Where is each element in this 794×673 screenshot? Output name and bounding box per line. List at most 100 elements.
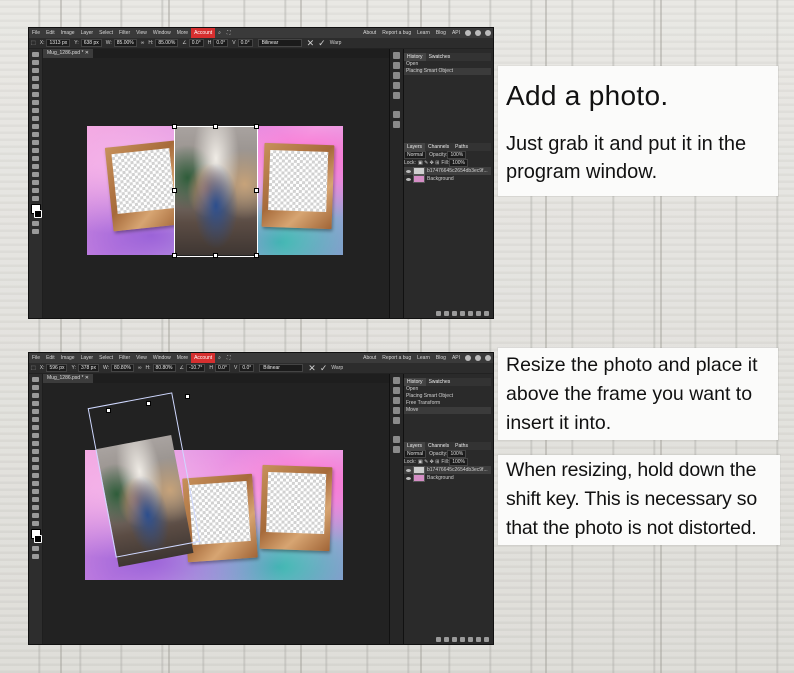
menu-filter[interactable]: Filter [116,28,133,38]
tab-history[interactable]: History [404,378,426,386]
history-item[interactable]: Free Transform [404,400,491,407]
skew-v-field[interactable]: 0.0° [237,39,253,47]
transform-handle[interactable] [146,401,151,406]
history-item[interactable]: Placing Smart Object [404,68,491,75]
effects-icon[interactable] [444,637,449,642]
reddit-icon[interactable] [465,355,471,361]
search-icon[interactable]: ⌕ [215,28,224,38]
brush-tool-icon[interactable] [32,108,39,113]
eraser-tool-icon[interactable] [32,449,39,454]
trash-icon[interactable] [484,637,489,642]
hand-tool-icon[interactable] [32,188,39,193]
transform-handle[interactable] [172,188,177,193]
account-button[interactable]: Account [191,28,216,38]
character-icon[interactable] [393,82,400,89]
transform-handle[interactable] [172,124,177,129]
skew-h-field[interactable]: 0.0° [213,39,229,47]
interpolation-select[interactable]: Bilinear [257,39,302,47]
menu-view[interactable]: View [133,28,150,38]
dodge-tool-icon[interactable] [32,148,39,153]
transform-handle[interactable] [254,188,259,193]
pen-tool-icon[interactable] [32,481,39,486]
transform-handle[interactable] [254,124,259,129]
visibility-eye-icon[interactable] [406,468,411,472]
quick-mask-icon[interactable] [32,221,39,226]
info-icon[interactable] [393,377,400,384]
move-tool-icon[interactable] [32,377,39,382]
mask-icon[interactable] [460,637,465,642]
w-field[interactable]: 85.00% [113,39,137,47]
crop-tool-icon[interactable] [32,84,39,89]
search-icon[interactable]: ⌕ [215,353,224,363]
rotation-field[interactable]: 0.0° [188,39,204,47]
menu-file[interactable]: File [29,353,43,363]
image-icon[interactable] [393,121,400,128]
lasso-tool-icon[interactable] [32,68,39,73]
skew-h-field[interactable]: 0.0° [215,364,230,372]
layer-row[interactable]: Background [404,474,491,482]
transform-handle[interactable] [213,124,218,129]
interpolation-select[interactable]: Bilinear [259,364,304,372]
eyedropper-tool-icon[interactable] [32,92,39,97]
cancel-icon[interactable]: ✕ [305,38,317,48]
path-select-tool-icon[interactable] [32,497,39,502]
stamp-tool-icon[interactable] [32,116,39,121]
menu-view[interactable]: View [133,353,150,363]
css-icon[interactable] [393,436,400,443]
marquee-tool-icon[interactable] [32,60,39,65]
commit-icon[interactable]: ✓ [318,363,330,373]
link-icon[interactable]: ∞ [139,38,147,48]
h-field[interactable]: 85.00% [155,39,179,47]
transform-icon[interactable]: ⬚ [29,363,38,373]
history-item[interactable]: Open [404,61,491,68]
brush-settings-icon[interactable] [393,72,400,79]
layer-row[interactable]: Background [404,175,491,183]
stamp-tool-icon[interactable] [32,441,39,446]
image-icon[interactable] [393,446,400,453]
menu-learn[interactable]: Learn [414,353,433,363]
h-field[interactable]: 80.80% [152,364,176,372]
blur-tool-icon[interactable] [32,465,39,470]
tab-swatches[interactable]: Swatches [426,53,454,61]
history-item[interactable]: Placing Smart Object [404,393,491,400]
menu-api[interactable]: API [449,28,463,38]
fullscreen-icon[interactable]: ⛶ [224,28,234,38]
tab-paths[interactable]: Paths [452,143,471,151]
link-layers-icon[interactable] [436,311,441,316]
canvas-area[interactable] [43,58,389,318]
mask-icon[interactable] [460,311,465,316]
dodge-tool-icon[interactable] [32,473,39,478]
menu-edit[interactable]: Edit [43,353,58,363]
visibility-eye-icon[interactable] [406,476,411,480]
new-layer-icon[interactable] [476,637,481,642]
transform-handle[interactable] [185,394,190,399]
menu-blog[interactable]: Blog [433,28,449,38]
tab-swatches[interactable]: Swatches [426,378,454,386]
adjustment-icon[interactable] [452,637,457,642]
pen-tool-icon[interactable] [32,156,39,161]
tab-history[interactable]: History [404,53,426,61]
twitter-icon[interactable] [475,30,481,36]
new-layer-icon[interactable] [476,311,481,316]
transform-handle[interactable] [254,253,259,258]
reddit-icon[interactable] [465,30,471,36]
character-icon[interactable] [393,407,400,414]
bucket-tool-icon[interactable] [32,457,39,462]
link-icon[interactable]: ∞ [136,363,144,373]
menu-more[interactable]: More [174,28,191,38]
blend-mode-select[interactable]: Normal [404,450,427,458]
paragraph-icon[interactable] [393,92,400,99]
x-field[interactable]: 596 px [46,364,68,372]
zoom-tool-icon[interactable] [32,196,39,201]
menu-report-bug[interactable]: Report a bug [379,353,414,363]
info-icon[interactable] [393,52,400,59]
zoom-tool-icon[interactable] [32,521,39,526]
shape-tool-icon[interactable] [32,180,39,185]
transform-icon[interactable]: ⬚ [29,38,38,48]
heal-tool-icon[interactable] [32,425,39,430]
menu-report-bug[interactable]: Report a bug [379,28,414,38]
menu-image[interactable]: Image [58,28,78,38]
menu-edit[interactable]: Edit [43,28,58,38]
menu-learn[interactable]: Learn [414,28,433,38]
shape-tool-icon[interactable] [32,505,39,510]
